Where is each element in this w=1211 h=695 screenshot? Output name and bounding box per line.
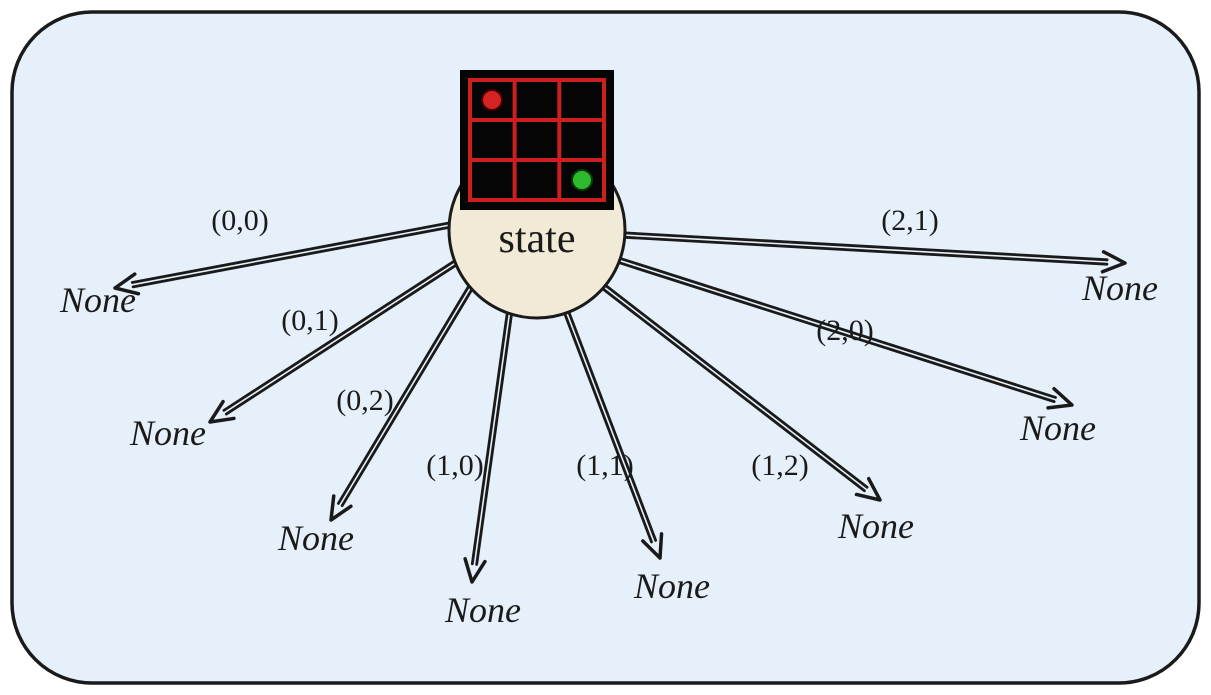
target-label-2: None (277, 518, 354, 558)
edge-label-2: (0,2) (336, 384, 393, 417)
target-label-5: None (837, 506, 914, 546)
edge-label-0: (0,0) (211, 204, 268, 237)
piece-red (482, 90, 502, 110)
edge-label-7: (2,1) (881, 204, 938, 237)
target-label-0: None (59, 280, 136, 320)
edge-label-5: (1,2) (751, 449, 808, 482)
target-label-3: None (444, 590, 521, 630)
state-label: state (499, 216, 576, 262)
board-icon (460, 70, 614, 210)
edge-label-1: (0,1) (281, 304, 338, 337)
diagram-svg: state (0,0) None (0,1) None (0,2) None (1,0) No… (0, 0, 1211, 695)
edge-label-3: (1,0) (426, 449, 483, 482)
edge-label-6: (2,0) (816, 314, 873, 347)
diagram-canvas: state (0,0) None (0,1) None (0,2) None (1,0) No… (0, 0, 1211, 695)
edge-label-4: (1,1) (576, 449, 633, 482)
target-label-4: None (633, 566, 710, 606)
target-label-6: None (1019, 408, 1096, 448)
piece-green (572, 170, 592, 190)
target-label-7: None (1081, 268, 1158, 308)
target-label-1: None (129, 413, 206, 453)
